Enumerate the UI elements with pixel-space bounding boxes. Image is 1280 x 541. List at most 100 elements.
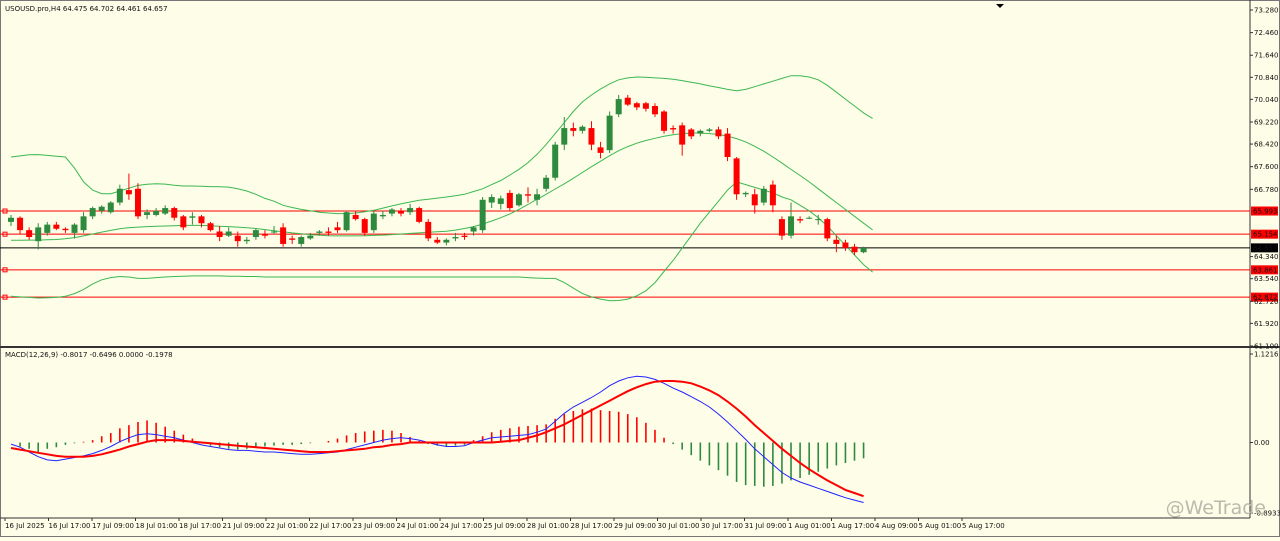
candle-body[interactable] [71,224,78,233]
candle-body[interactable] [715,129,722,137]
candle-body[interactable] [588,128,595,145]
candle-body[interactable] [497,198,504,204]
candle-body[interactable] [806,217,813,219]
candle-body[interactable] [116,188,123,203]
candle-body[interactable] [697,130,704,134]
candle-body[interactable] [162,208,169,214]
candle-body[interactable] [642,103,649,109]
candle-body[interactable] [416,208,423,222]
candle-body[interactable] [261,234,268,236]
candle-body[interactable] [289,238,296,240]
candle-body[interactable] [198,216,205,224]
candle-body[interactable] [842,242,849,249]
candle-body[interactable] [134,188,141,217]
candle-body[interactable] [452,237,459,239]
candle-body[interactable] [724,133,731,158]
candle-body[interactable] [316,231,323,233]
candle-body[interactable] [742,192,749,195]
candle-body[interactable] [488,197,495,203]
time-tick-label: 23 Jul 09:00 [353,522,395,530]
candle-body[interactable] [615,99,622,115]
candle-body[interactable] [851,246,858,253]
candle-body[interactable] [171,208,178,218]
candle-body[interactable] [443,239,450,243]
candle-body[interactable] [17,217,24,231]
candle-body[interactable] [561,128,568,145]
candle-body[interactable] [234,235,241,242]
candle-body[interactable] [633,103,640,108]
candle-body[interactable] [506,192,513,209]
candle-body[interactable] [243,239,250,242]
candle-body[interactable] [769,184,776,206]
candle-body[interactable] [534,194,541,200]
candle-body[interactable] [797,219,804,221]
candle-body[interactable] [751,194,758,206]
candle-body[interactable] [543,177,550,189]
candle-body[interactable] [89,208,96,217]
candle-body[interactable] [688,129,695,137]
candle-body[interactable] [461,235,468,238]
candle-body[interactable] [252,230,259,238]
candle-body[interactable] [470,227,477,232]
candle-body[interactable] [778,219,785,236]
candle-body[interactable] [407,208,414,213]
candle-body[interactable] [189,216,196,218]
candle-body[interactable] [651,106,658,115]
candle-body[interactable] [44,224,51,233]
candle-body[interactable] [579,126,586,131]
trading-chart[interactable]: 65.993 65.154 63.861 62.872 73.280 72.460 71.6… [0,0,1280,537]
candle-body[interactable] [144,212,151,215]
candle-body[interactable] [334,227,341,231]
candle-body[interactable] [379,214,386,217]
candle-body[interactable] [606,115,613,151]
candle-body[interactable] [271,231,278,233]
candle-body[interactable] [679,125,686,145]
level-price-label: 65.154 [1253,231,1278,239]
candle-body[interactable] [361,219,368,233]
candle-body[interactable] [788,216,795,236]
chart-canvas[interactable]: 65.99365.15463.86162.87273.28072.46071.6… [0,0,1280,537]
candle-body[interactable] [860,248,867,253]
candle-body[interactable] [434,239,441,243]
candle-body[interactable] [107,202,114,213]
candle-body[interactable] [552,144,559,178]
candle-body[interactable] [352,214,359,220]
candle-body[interactable] [479,199,486,231]
candle-body[interactable] [8,217,14,222]
candle-body[interactable] [670,128,677,130]
candle-body[interactable] [425,221,432,239]
candle-body[interactable] [26,230,33,238]
candle-body[interactable] [153,210,160,215]
price-tick-label: 64.340 [1254,253,1279,261]
candle-body[interactable] [388,209,395,214]
candle-body[interactable] [760,188,767,203]
candle-body[interactable] [53,224,60,229]
candle-body[interactable] [35,227,42,242]
candle-body[interactable] [125,190,132,195]
candle-body[interactable] [815,219,822,221]
candle-body[interactable] [298,237,305,244]
candle-body[interactable] [824,219,831,239]
candle-body[interactable] [307,235,314,239]
candle-body[interactable] [80,216,87,231]
candle-body[interactable] [207,223,214,231]
candle-body[interactable] [370,213,377,231]
candle-body[interactable] [180,216,187,228]
candle-body[interactable] [216,231,223,238]
candle-body[interactable] [524,194,531,196]
candle-body[interactable] [343,212,350,231]
candle-body[interactable] [661,111,668,131]
candle-body[interactable] [62,228,69,231]
candle-body[interactable] [280,227,287,244]
candle-body[interactable] [597,147,604,153]
candle-body[interactable] [706,129,713,131]
candle-body[interactable] [398,210,405,214]
candle-body[interactable] [98,206,105,211]
candle-body[interactable] [225,231,232,236]
candle-body[interactable] [733,158,740,195]
candle-body[interactable] [570,128,577,131]
candle-body[interactable] [325,231,332,233]
candle-body[interactable] [515,194,522,206]
candle-body[interactable] [624,97,631,105]
candle-body[interactable] [833,239,840,244]
